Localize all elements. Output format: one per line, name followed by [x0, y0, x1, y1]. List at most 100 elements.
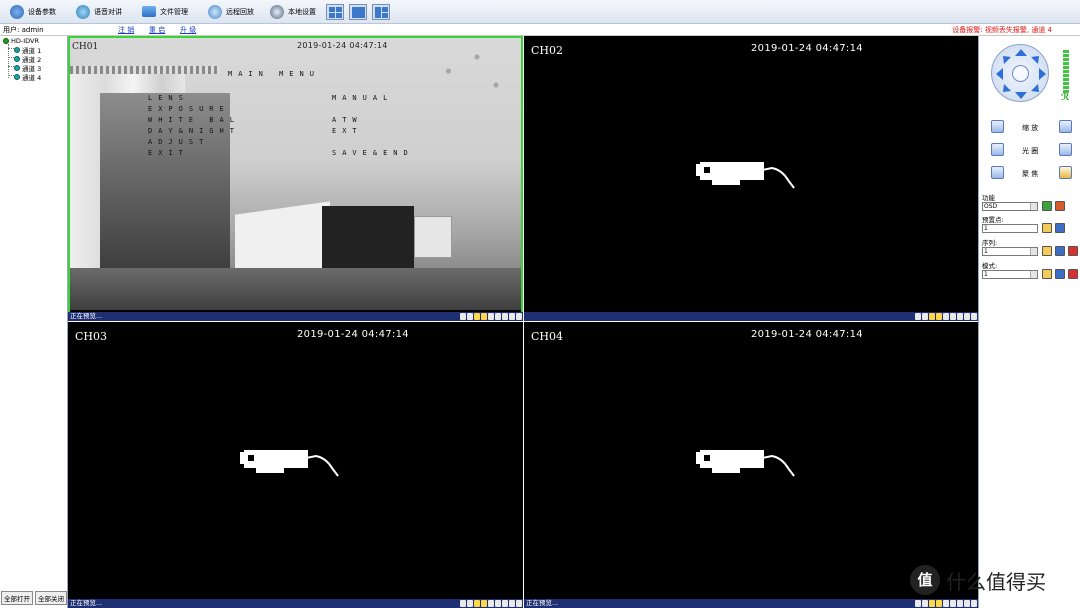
focus-far-button[interactable]: [1059, 166, 1072, 179]
ptz-panel: ℛ 缩 放 光 圈 聚 焦 功能 OSD 预置点: 1 序列: 1 模式: 1: [978, 36, 1080, 608]
watermark-logo: 值: [910, 565, 940, 595]
camera-feed-image: MAIN MENU LENS EXPOSURE WHITE BAL DAY&NI…: [70, 38, 521, 310]
ptz-down-right-icon[interactable]: [1031, 84, 1039, 92]
pattern-stop-icon[interactable]: [1068, 269, 1078, 279]
alarm-icon[interactable]: [481, 600, 487, 607]
fullscreen-icon[interactable]: [964, 313, 970, 320]
close-icon[interactable]: [516, 600, 522, 607]
pattern-edit-icon[interactable]: [1042, 269, 1052, 279]
logout-link[interactable]: 注 销: [118, 25, 134, 35]
zoom-icon[interactable]: [943, 600, 949, 607]
alarm-icon[interactable]: [936, 600, 942, 607]
sequence-select[interactable]: 1: [982, 247, 1038, 256]
zoom-in-button[interactable]: [1059, 120, 1072, 133]
layout-4-icon[interactable]: [326, 3, 344, 20]
osd-item-exit: EXIT: [148, 149, 189, 157]
alarm-message: 设备报警: 视频丢失报警, 通道 4: [952, 26, 1052, 34]
channel-label: 通道 4: [22, 74, 42, 82]
sequence-edit-icon[interactable]: [1042, 246, 1052, 256]
light-icon[interactable]: [474, 600, 480, 607]
layout-1-icon[interactable]: [349, 3, 367, 20]
video-cell-ch02[interactable]: CH02 2019-01-24 04:47:14: [524, 36, 978, 321]
channel-timestamp: 2019-01-24 04:47:14: [297, 329, 409, 340]
file-management-button[interactable]: 文件管理: [138, 2, 192, 22]
iris-close-button[interactable]: [991, 143, 1004, 156]
sequence-run-icon[interactable]: [1055, 246, 1065, 256]
audio-icon[interactable]: [495, 600, 501, 607]
video-loss-camera-icon: [696, 450, 795, 477]
audio-icon[interactable]: [950, 313, 956, 320]
audio-icon[interactable]: [495, 313, 501, 320]
wall-sticker: [420, 43, 515, 113]
television: [322, 206, 414, 268]
ptz-right-icon[interactable]: [1039, 68, 1046, 80]
talk-icon[interactable]: [957, 600, 963, 607]
ptz-auto-button[interactable]: [1012, 65, 1029, 82]
fullscreen-icon[interactable]: [509, 313, 515, 320]
ptz-down-left-icon[interactable]: [1003, 84, 1011, 92]
record-icon[interactable]: [915, 600, 921, 607]
osd-title: MAIN MENU: [228, 70, 320, 78]
ptz-speed-bar[interactable]: [1063, 50, 1069, 94]
record-icon[interactable]: [460, 600, 466, 607]
light-icon[interactable]: [929, 313, 935, 320]
fullscreen-icon[interactable]: [964, 600, 970, 607]
channel-timestamp: 2019-01-24 04:47:14: [751, 329, 863, 340]
record-icon[interactable]: [915, 313, 921, 320]
preset-set-icon[interactable]: [1042, 223, 1052, 233]
alarm-icon[interactable]: [481, 313, 487, 320]
sequence-stop-icon[interactable]: [1068, 246, 1078, 256]
record-icon[interactable]: [460, 313, 466, 320]
close-icon[interactable]: [971, 313, 977, 320]
ptz-down-icon[interactable]: [1015, 92, 1027, 99]
voice-intercom-button[interactable]: 语音对讲: [72, 2, 126, 22]
layout-split-icon[interactable]: [372, 3, 390, 20]
upgrade-link[interactable]: 升 级: [180, 25, 196, 35]
voice-intercom-label: 语音对讲: [94, 7, 122, 16]
snapshot-icon[interactable]: [467, 600, 473, 607]
snapshot-icon[interactable]: [922, 600, 928, 607]
preset-call-icon[interactable]: [1055, 223, 1065, 233]
fullscreen-icon[interactable]: [509, 600, 515, 607]
pattern-select[interactable]: 1: [982, 270, 1038, 279]
talk-icon[interactable]: [957, 313, 963, 320]
osd-item-day-night: DAY&NIGHT: [148, 127, 240, 135]
ptz-up-icon[interactable]: [1015, 49, 1027, 56]
zoom-out-button[interactable]: [991, 120, 1004, 133]
talk-icon[interactable]: [502, 600, 508, 607]
close-all-button[interactable]: 全部关闭: [35, 591, 67, 605]
light-icon[interactable]: [474, 313, 480, 320]
close-icon[interactable]: [516, 313, 522, 320]
remote-playback-icon: [208, 4, 222, 19]
ptz-up-right-icon[interactable]: [1031, 56, 1039, 64]
focus-near-button[interactable]: [991, 166, 1004, 179]
restart-link[interactable]: 重 启: [149, 25, 165, 35]
function-off-icon[interactable]: [1055, 201, 1065, 211]
light-icon[interactable]: [929, 600, 935, 607]
video-cell-ch01[interactable]: MAIN MENU LENS EXPOSURE WHITE BAL DAY&NI…: [68, 36, 523, 321]
pattern-run-icon[interactable]: [1055, 269, 1065, 279]
tree-item-channel-4[interactable]: 通道 4: [14, 72, 41, 82]
video-loss-camera-icon: [240, 450, 339, 477]
talk-icon[interactable]: [502, 313, 508, 320]
pattern-label: 模式:: [982, 262, 998, 270]
video-cell-ch03[interactable]: CH03 2019-01-24 04:47:14 正在预览...: [68, 322, 523, 608]
ptz-up-left-icon[interactable]: [1003, 56, 1011, 64]
function-select[interactable]: OSD: [982, 202, 1038, 211]
zoom-icon[interactable]: [488, 313, 494, 320]
close-icon[interactable]: [971, 600, 977, 607]
iris-open-button[interactable]: [1059, 143, 1072, 156]
audio-icon[interactable]: [950, 600, 956, 607]
open-all-button[interactable]: 全部打开: [1, 591, 33, 605]
preset-input[interactable]: 1: [982, 224, 1038, 233]
remote-playback-button[interactable]: 远程回放: [204, 2, 258, 22]
function-on-icon[interactable]: [1042, 201, 1052, 211]
device-settings-button[interactable]: 设备参数: [6, 2, 60, 22]
zoom-icon[interactable]: [943, 313, 949, 320]
snapshot-icon[interactable]: [922, 313, 928, 320]
ptz-left-icon[interactable]: [996, 68, 1003, 80]
alarm-icon[interactable]: [936, 313, 942, 320]
local-settings-button[interactable]: 本地设置: [266, 2, 320, 22]
zoom-icon[interactable]: [488, 600, 494, 607]
snapshot-icon[interactable]: [467, 313, 473, 320]
